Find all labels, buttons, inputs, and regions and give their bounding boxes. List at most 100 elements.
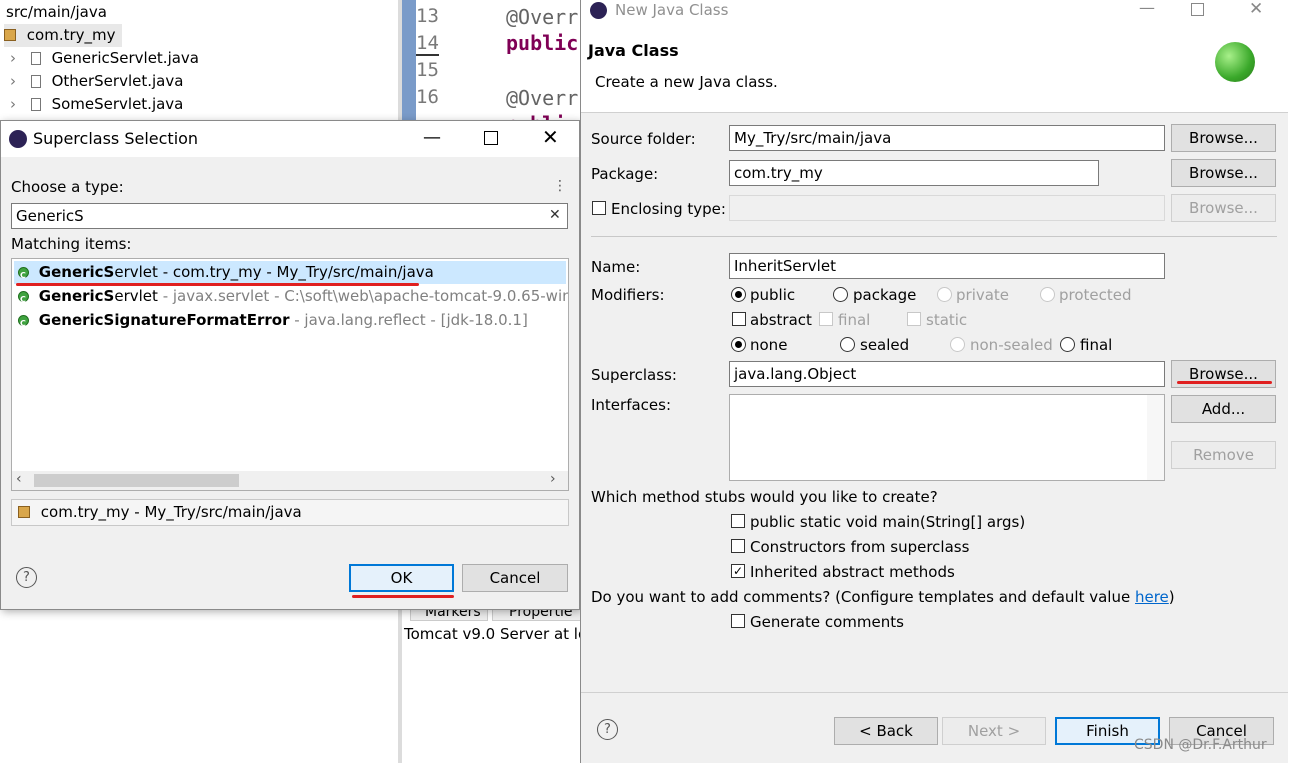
line-number: 16 bbox=[416, 86, 439, 108]
menu-dots-icon[interactable]: ⋮ bbox=[553, 178, 567, 194]
dialog-title: Superclass Selection bbox=[33, 129, 199, 148]
source-folder-label: Source folder: bbox=[591, 130, 696, 148]
class-icon bbox=[18, 312, 29, 335]
separator bbox=[591, 236, 1277, 237]
code-line[interactable]: @Overr bbox=[506, 5, 578, 29]
remove-interface-button[interactable]: Remove bbox=[1171, 441, 1276, 469]
enclosing-type-input[interactable] bbox=[729, 195, 1165, 221]
stub-inherited-checkbox[interactable]: ✓ bbox=[731, 564, 745, 578]
server-entry[interactable]: Tomcat v9.0 Server at lo bbox=[404, 625, 587, 643]
minimize-icon[interactable]: — bbox=[423, 127, 441, 148]
tree-item-file[interactable]: › GenericServlet.java bbox=[10, 47, 199, 70]
editor-gutter bbox=[402, 0, 416, 122]
dialog-titlebar[interactable]: New Java Class — ✕ bbox=[581, 0, 1288, 24]
modifier-abstract-checkbox[interactable] bbox=[732, 312, 746, 326]
scroll-left-icon[interactable]: ‹ bbox=[16, 471, 22, 487]
minimize-icon[interactable]: — bbox=[1139, 0, 1155, 17]
modifier-private-label: private bbox=[956, 286, 1010, 304]
modifiers-label: Modifiers: bbox=[591, 286, 665, 304]
modifier-none-label: none bbox=[750, 336, 788, 354]
superclass-input[interactable]: java.lang.Object bbox=[729, 361, 1165, 387]
tree-item-root[interactable]: src/main/java bbox=[6, 1, 107, 24]
maximize-icon[interactable] bbox=[484, 131, 498, 145]
modifier-protected-radio[interactable] bbox=[1040, 287, 1055, 302]
tree-item-file[interactable]: › OtherServlet.java bbox=[10, 70, 183, 93]
generate-comments-label: Generate comments bbox=[750, 613, 904, 631]
modifier-final-radio[interactable] bbox=[1060, 337, 1075, 352]
interfaces-list[interactable] bbox=[729, 394, 1165, 481]
configure-templates-link[interactable]: here bbox=[1135, 588, 1169, 606]
enclosing-type-label: Enclosing type: bbox=[611, 200, 726, 218]
interfaces-label: Interfaces: bbox=[591, 396, 672, 414]
next-button[interactable]: Next > bbox=[942, 717, 1046, 745]
chevron-right-icon[interactable]: › bbox=[10, 95, 16, 113]
stub-constructors-checkbox[interactable] bbox=[731, 539, 745, 553]
line-number: 14 bbox=[416, 32, 439, 56]
java-file-icon bbox=[30, 52, 41, 65]
help-icon[interactable]: ? bbox=[597, 719, 618, 740]
java-class-logo-icon bbox=[1215, 42, 1255, 82]
list-item[interactable]: GenericSignatureFormatError - java.lang.… bbox=[14, 309, 566, 335]
chevron-right-icon[interactable]: › bbox=[10, 72, 16, 90]
package-label: Package: bbox=[591, 165, 659, 183]
modifier-package-radio[interactable] bbox=[833, 287, 848, 302]
type-search-input[interactable]: GenericS bbox=[11, 203, 568, 229]
tree-item-package[interactable]: com.try_my bbox=[4, 24, 122, 47]
enclosing-type-checkbox[interactable] bbox=[592, 201, 606, 215]
help-icon[interactable]: ? bbox=[16, 567, 37, 588]
package-input[interactable]: com.try_my bbox=[729, 160, 1099, 186]
stub-main-checkbox[interactable] bbox=[731, 514, 745, 528]
modifier-sealed-label: sealed bbox=[860, 336, 910, 354]
package-icon bbox=[4, 29, 16, 41]
item-detail: - javax.servlet - C:\soft\web\apache-tom… bbox=[157, 287, 569, 305]
annotation-underline bbox=[16, 283, 419, 286]
dialog-titlebar[interactable]: Superclass Selection — ✕ bbox=[1, 121, 579, 157]
scroll-right-icon[interactable]: › bbox=[550, 471, 556, 487]
modifier-nonsealed-radio[interactable] bbox=[950, 337, 965, 352]
class-name-input[interactable]: InheritServlet bbox=[729, 253, 1165, 279]
close-icon[interactable]: ✕ bbox=[1249, 0, 1263, 19]
line-number: 13 bbox=[416, 5, 439, 27]
modifier-final-checkbox[interactable] bbox=[819, 312, 833, 326]
vertical-scrollbar[interactable] bbox=[1147, 395, 1164, 480]
stubs-question: Which method stubs would you like to cre… bbox=[591, 488, 938, 506]
package-icon bbox=[18, 506, 30, 518]
list-item[interactable]: GenericServlet - com.try_my - My_Try/src… bbox=[14, 261, 566, 287]
item-name-bold: GenericS bbox=[38, 263, 115, 281]
dialog-title: New Java Class bbox=[615, 1, 729, 19]
add-interface-button[interactable]: Add... bbox=[1171, 395, 1276, 423]
matching-items-list[interactable]: GenericServlet - com.try_my - My_Try/src… bbox=[11, 258, 569, 491]
source-folder-input[interactable]: My_Try/src/main/java bbox=[729, 125, 1165, 151]
modifier-private-radio[interactable] bbox=[937, 287, 952, 302]
modifier-static-checkbox[interactable] bbox=[907, 312, 921, 326]
code-line[interactable]: public bbox=[506, 31, 578, 55]
list-item[interactable]: GenericServlet - javax.servlet - C:\soft… bbox=[14, 285, 569, 311]
package-browse-button[interactable]: Browse... bbox=[1171, 159, 1276, 187]
scrollbar-thumb[interactable] bbox=[34, 474, 239, 487]
superclass-label: Superclass: bbox=[591, 366, 677, 384]
clear-icon[interactable]: ✕ bbox=[549, 207, 561, 223]
matching-items-label: Matching items: bbox=[11, 235, 132, 253]
java-file-icon bbox=[30, 75, 41, 88]
source-folder-browse-button[interactable]: Browse... bbox=[1171, 124, 1276, 152]
modifier-sealed-radio[interactable] bbox=[840, 337, 855, 352]
code-line[interactable]: @Overr bbox=[506, 86, 578, 110]
modifier-final-label: final bbox=[838, 311, 871, 329]
generate-comments-checkbox[interactable] bbox=[731, 614, 745, 628]
choose-type-label: Choose a type: bbox=[11, 178, 124, 196]
modifier-final-radio-label: final bbox=[1080, 336, 1113, 354]
watermark: CSDN @Dr.F.Arthur bbox=[1134, 737, 1267, 753]
enclosing-type-browse-button[interactable]: Browse... bbox=[1171, 194, 1276, 222]
cancel-button[interactable]: Cancel bbox=[462, 564, 568, 592]
class-icon bbox=[18, 288, 29, 311]
chevron-right-icon[interactable]: › bbox=[10, 49, 16, 67]
back-button[interactable]: < Back bbox=[834, 717, 938, 745]
ok-button[interactable]: OK bbox=[349, 564, 454, 592]
horizontal-scrollbar[interactable]: ‹ › bbox=[12, 471, 568, 490]
close-icon[interactable]: ✕ bbox=[542, 125, 559, 149]
modifier-public-radio[interactable] bbox=[731, 287, 746, 302]
maximize-icon[interactable] bbox=[1191, 3, 1204, 16]
java-file-icon bbox=[30, 98, 41, 111]
modifier-none-radio[interactable] bbox=[731, 337, 746, 352]
tree-item-file[interactable]: › SomeServlet.java bbox=[10, 93, 183, 116]
